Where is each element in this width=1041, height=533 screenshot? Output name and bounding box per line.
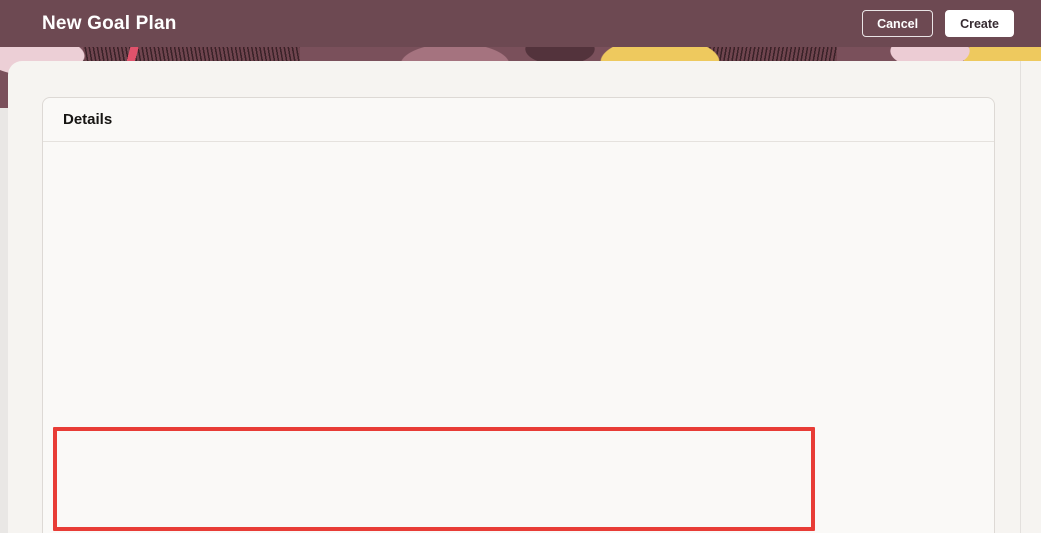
create-button[interactable]: Create: [945, 10, 1014, 37]
details-card: Details: [42, 97, 995, 533]
page: New Goal Plan Cancel Create Details Goal…: [0, 0, 1041, 533]
details-card-header: Details: [43, 98, 994, 142]
header-bar: New Goal Plan Cancel Create: [0, 0, 1041, 47]
cancel-button[interactable]: Cancel: [862, 10, 934, 37]
page-title: New Goal Plan: [42, 12, 177, 34]
scrollbar-track: [1020, 61, 1041, 533]
header-actions: Cancel Create: [862, 10, 1014, 37]
details-title: Details: [63, 111, 113, 128]
